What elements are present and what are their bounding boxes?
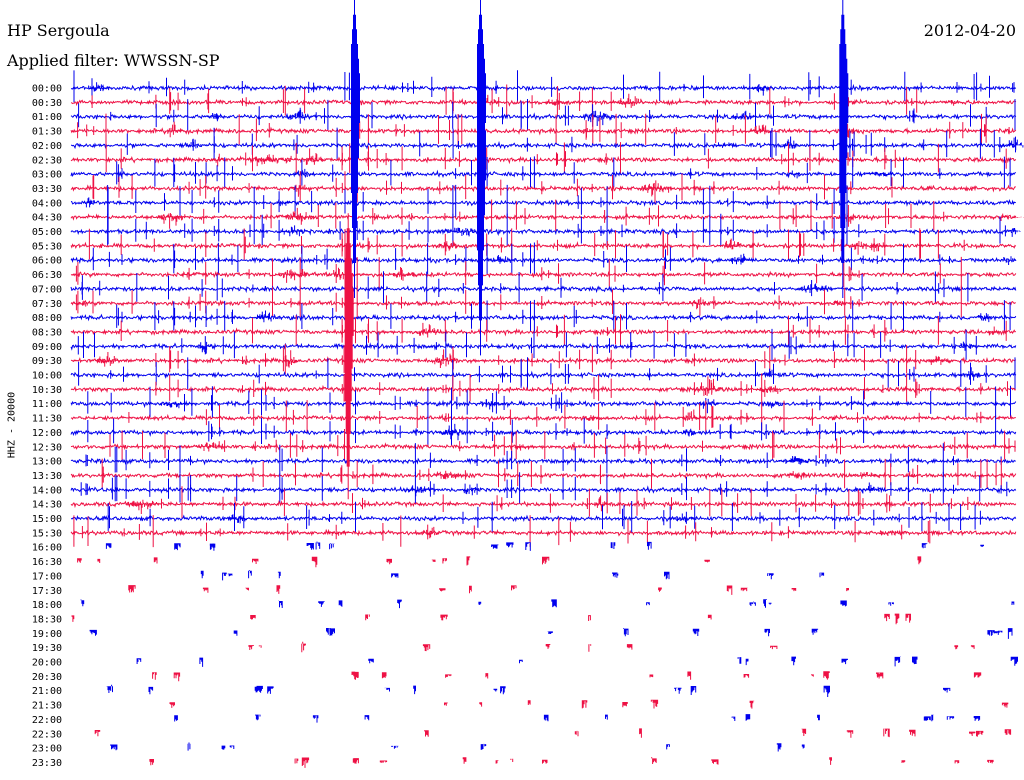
row-label-0700: 07:00 <box>32 284 62 295</box>
row-label-0800: 08:00 <box>32 313 62 324</box>
trace-row-0030 <box>70 84 1017 117</box>
row-label-0230: 02:30 <box>32 155 62 166</box>
row-label-0100: 01:00 <box>32 112 62 123</box>
row-label-0030: 00:30 <box>32 98 62 109</box>
row-label-1600: 16:00 <box>32 543 62 554</box>
row-label-0930: 09:30 <box>32 356 62 367</box>
trace-row-2130 <box>169 699 1009 709</box>
row-label-2000: 20:00 <box>32 658 62 669</box>
trace-row-0300 <box>70 156 1016 189</box>
row-label-0730: 07:30 <box>32 299 62 310</box>
trace-row-1600 <box>105 541 984 551</box>
helicorder-page: HP Sergoula 2012-04-20 Applied filter: W… <box>0 0 1024 780</box>
row-label-0630: 06:30 <box>32 270 62 281</box>
row-label-0000: 00:00 <box>32 84 62 95</box>
trace-row-0200 <box>71 127 1024 160</box>
row-label-1530: 15:30 <box>32 528 62 539</box>
trace-row-0600 <box>70 242 1017 275</box>
row-label-0830: 08:30 <box>32 327 62 338</box>
row-label-2100: 21:00 <box>32 686 62 697</box>
row-label-1930: 19:30 <box>32 643 62 654</box>
row-label-0130: 01:30 <box>32 127 62 138</box>
row-label-0300: 03:00 <box>32 170 62 181</box>
row-label-1730: 17:30 <box>32 586 62 597</box>
row-label-1300: 13:00 <box>32 457 62 468</box>
row-label-2330: 23:30 <box>32 758 62 769</box>
row-label-1700: 17:00 <box>32 571 62 582</box>
row-label-2130: 21:30 <box>32 701 62 712</box>
row-label-1500: 15:00 <box>32 514 62 525</box>
row-label-1200: 12:00 <box>32 428 62 439</box>
helicorder-plot: 00:00 00:30 01:00 01:30 02:00 02:30 03:00 03:30… <box>32 0 1024 769</box>
trace-row-2230 <box>94 728 1012 738</box>
trace-row-2330 <box>149 757 994 768</box>
row-label-1900: 19:00 <box>32 629 62 640</box>
trace-row-1900 <box>89 628 1013 639</box>
row-label-0400: 04:00 <box>32 198 62 209</box>
row-label-2030: 20:30 <box>32 672 62 683</box>
row-label-2230: 22:30 <box>32 729 62 740</box>
large-event-1 <box>351 0 360 298</box>
trace-row-0230 <box>70 142 1017 174</box>
row-label-1430: 14:30 <box>32 500 62 511</box>
row-label-0200: 02:00 <box>32 141 62 152</box>
trace-row-0530 <box>70 228 1017 260</box>
row-label-1130: 11:30 <box>32 414 62 425</box>
row-label-0530: 05:30 <box>32 241 62 252</box>
trace-row-1500 <box>70 501 1017 533</box>
trace-row-1630 <box>77 556 922 568</box>
row-label-1230: 12:30 <box>32 442 62 453</box>
trace-row-2200 <box>174 714 981 723</box>
row-label-1800: 18:00 <box>32 600 62 611</box>
row-label-0600: 06:00 <box>32 256 62 267</box>
row-label-0330: 03:30 <box>32 184 62 195</box>
trace-row-0100 <box>70 99 1017 131</box>
trace-row-0000 <box>70 70 1017 103</box>
trace-row-1700 <box>200 570 825 581</box>
trace-row-1300 <box>70 443 1016 476</box>
large-event-5 <box>344 213 354 500</box>
trace-row-0630 <box>70 256 1017 289</box>
row-label-1630: 16:30 <box>32 557 62 568</box>
row-label-1830: 18:30 <box>32 614 62 625</box>
row-label-0500: 05:00 <box>32 227 62 238</box>
row-label-1400: 14:00 <box>32 485 62 496</box>
row-label-1030: 10:30 <box>32 385 62 396</box>
trace-row-1930 <box>248 641 975 653</box>
trace-row-1730 <box>128 585 849 595</box>
trace-row-1330 <box>70 458 1017 489</box>
row-label-2200: 22:00 <box>32 715 62 726</box>
row-label-2300: 23:00 <box>32 744 62 755</box>
trace-row-1800 <box>80 599 1015 609</box>
trace-row-0730 <box>70 285 1016 318</box>
trace-row-1830 <box>71 613 911 625</box>
trace-row-2030 <box>152 671 982 682</box>
row-label-1330: 13:30 <box>32 471 62 482</box>
trace-row-2000 <box>136 656 1018 667</box>
row-label-0900: 09:00 <box>32 342 62 353</box>
trace-row-1200 <box>70 415 1017 447</box>
large-event-3 <box>839 0 849 298</box>
row-label-1100: 11:00 <box>32 399 62 410</box>
row-label-1000: 10:00 <box>32 371 62 382</box>
trace-row-2100 <box>106 684 951 697</box>
row-label-0430: 04:30 <box>32 213 62 224</box>
trace-row-0700 <box>70 271 1017 303</box>
trace-row-2300 <box>110 742 805 752</box>
